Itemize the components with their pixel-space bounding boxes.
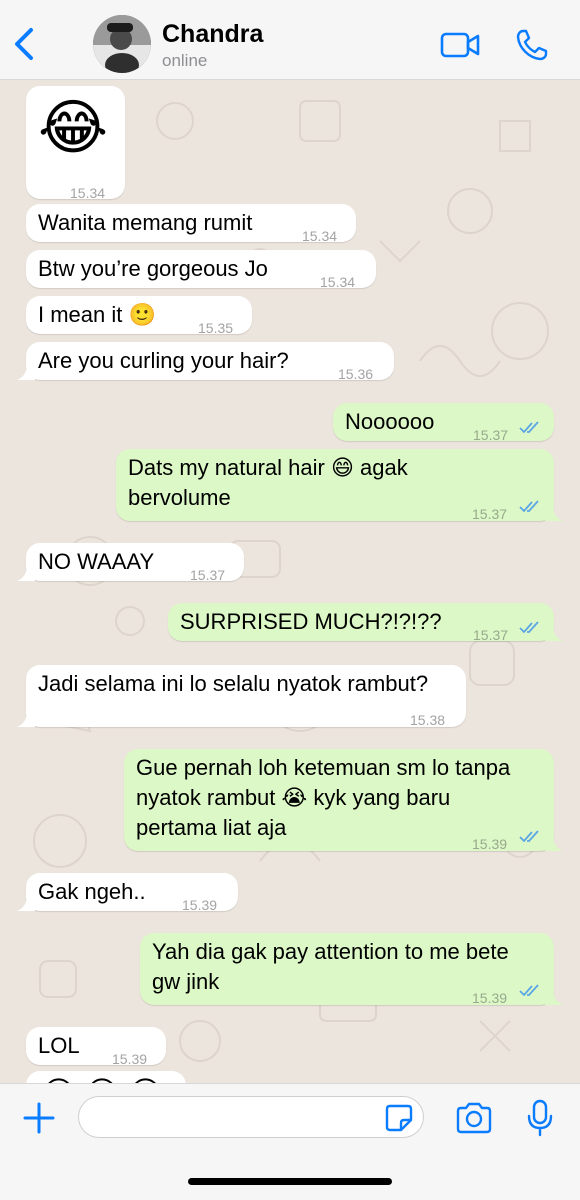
message-emoji: 😂😂😂 <box>40 1073 170 1083</box>
read-receipt-icon <box>519 421 539 434</box>
message-bubble-incoming[interactable]: Jadi selama ini lo selalu nyatok rambut?… <box>17 665 466 728</box>
read-receipt-icon <box>519 984 539 997</box>
message-text: SURPRISED MUCH?!?!?? <box>180 609 442 634</box>
microphone-icon <box>527 1099 553 1137</box>
message-text: Yah dia gak pay attention to me bete gw … <box>152 939 509 994</box>
read-receipt-icon <box>519 500 539 513</box>
message-time: 15.37 <box>473 627 509 643</box>
message-input[interactable] <box>78 1096 424 1138</box>
bubble-tail <box>545 989 563 1005</box>
message-text: NO WAAAY <box>38 549 155 574</box>
message-bubble-outgoing[interactable]: SURPRISED MUCH?!?!?? 15.37 <box>168 603 563 643</box>
message-time: 15.37 <box>190 567 226 583</box>
voice-call-button[interactable] <box>515 28 549 62</box>
bubble-tail <box>17 895 35 911</box>
message-text: Wanita memang rumit <box>38 210 253 235</box>
bubble-tail <box>17 711 35 727</box>
camera-icon <box>456 1102 492 1134</box>
message-time: 15.39 <box>112 1051 148 1067</box>
message-time: 15.39 <box>472 836 508 852</box>
bubble-tail <box>17 565 35 581</box>
contact-name[interactable]: Chandra <box>162 20 263 49</box>
message-text: Btw you’re gorgeous Jo <box>38 256 268 281</box>
home-indicator[interactable] <box>188 1178 392 1185</box>
message-text: Gue pernah loh ketemuan sm lo tanpa nyat… <box>136 755 511 840</box>
contact-avatar[interactable] <box>93 15 151 73</box>
message-time: 15.39 <box>182 897 218 913</box>
message-bubble-incoming[interactable]: Are you curling your hair? 15.36 <box>17 342 394 382</box>
bubble-tail <box>545 835 563 851</box>
microphone-button[interactable] <box>526 1099 554 1137</box>
message-text: Noooooo <box>345 409 435 434</box>
message-text: I mean it 🙂 <box>38 302 156 327</box>
message-bubble-outgoing[interactable]: Dats my natural hair 😄 agak bervolume 15… <box>116 449 563 522</box>
bubble-tail <box>17 364 35 380</box>
message-bubble-incoming[interactable]: 😂😂😂 <box>26 1071 186 1083</box>
message-time: 15.39 <box>472 990 508 1006</box>
message-time: 15.37 <box>472 506 508 522</box>
message-bubble-incoming[interactable]: Wanita memang rumit 15.34 <box>26 204 356 244</box>
camera-button[interactable] <box>455 1102 493 1134</box>
message-time: 15.34 <box>320 274 356 290</box>
message-text: Jadi selama ini lo selalu nyatok rambut? <box>38 671 429 696</box>
message-text: Are you curling your hair? <box>38 348 289 373</box>
back-button[interactable] <box>10 26 38 62</box>
chevron-left-icon <box>15 28 33 60</box>
message-text: Gak ngeh.. <box>38 879 146 904</box>
read-receipt-icon <box>519 830 539 843</box>
bubble-tail <box>545 625 563 641</box>
message-text: LOL <box>38 1033 80 1058</box>
message-bubble-incoming[interactable]: Gak ngeh.. 15.39 <box>17 873 238 913</box>
video-call-button[interactable] <box>440 30 480 60</box>
message-emoji: 😂 <box>38 93 109 163</box>
attach-button[interactable] <box>22 1101 56 1135</box>
sticker-button[interactable] <box>384 1103 414 1133</box>
message-bubble-incoming[interactable]: Btw you’re gorgeous Jo 15.34 <box>26 250 376 290</box>
bubble-tail <box>545 505 563 521</box>
chat-header: Chandra online <box>0 0 580 80</box>
message-time: 15.35 <box>198 320 234 336</box>
message-list[interactable]: 😂 15.34 Wanita memang rumit 15.34 Btw yo… <box>0 81 580 1083</box>
message-time: 15.38 <box>410 712 446 728</box>
message-time: 15.34 <box>302 228 338 244</box>
message-bubble-incoming[interactable]: I mean it 🙂 15.35 <box>26 296 252 336</box>
read-receipt-icon <box>519 621 539 634</box>
video-camera-icon <box>440 32 480 58</box>
avatar-image <box>93 15 151 73</box>
message-time: 15.36 <box>338 366 374 382</box>
plus-icon <box>23 1102 55 1134</box>
message-bubble-outgoing[interactable]: Gue pernah loh ketemuan sm lo tanpa nyat… <box>124 749 563 852</box>
contact-status: online <box>162 51 208 70</box>
phone-icon <box>516 29 548 61</box>
message-bubble-outgoing[interactable]: Noooooo 15.37 <box>333 403 554 443</box>
message-time: 15.37 <box>473 427 509 443</box>
message-bubble-incoming[interactable]: LOL 15.39 <box>26 1027 166 1067</box>
composer-bar <box>0 1083 580 1200</box>
message-bubble-incoming[interactable]: 😂 15.34 <box>26 86 125 201</box>
message-bubble-incoming[interactable]: NO WAAAY 15.37 <box>17 543 244 583</box>
message-text: Dats my natural hair 😄 agak bervolume <box>128 455 408 510</box>
message-bubble-outgoing[interactable]: Yah dia gak pay attention to me bete gw … <box>140 933 563 1006</box>
sticker-icon <box>385 1104 413 1132</box>
